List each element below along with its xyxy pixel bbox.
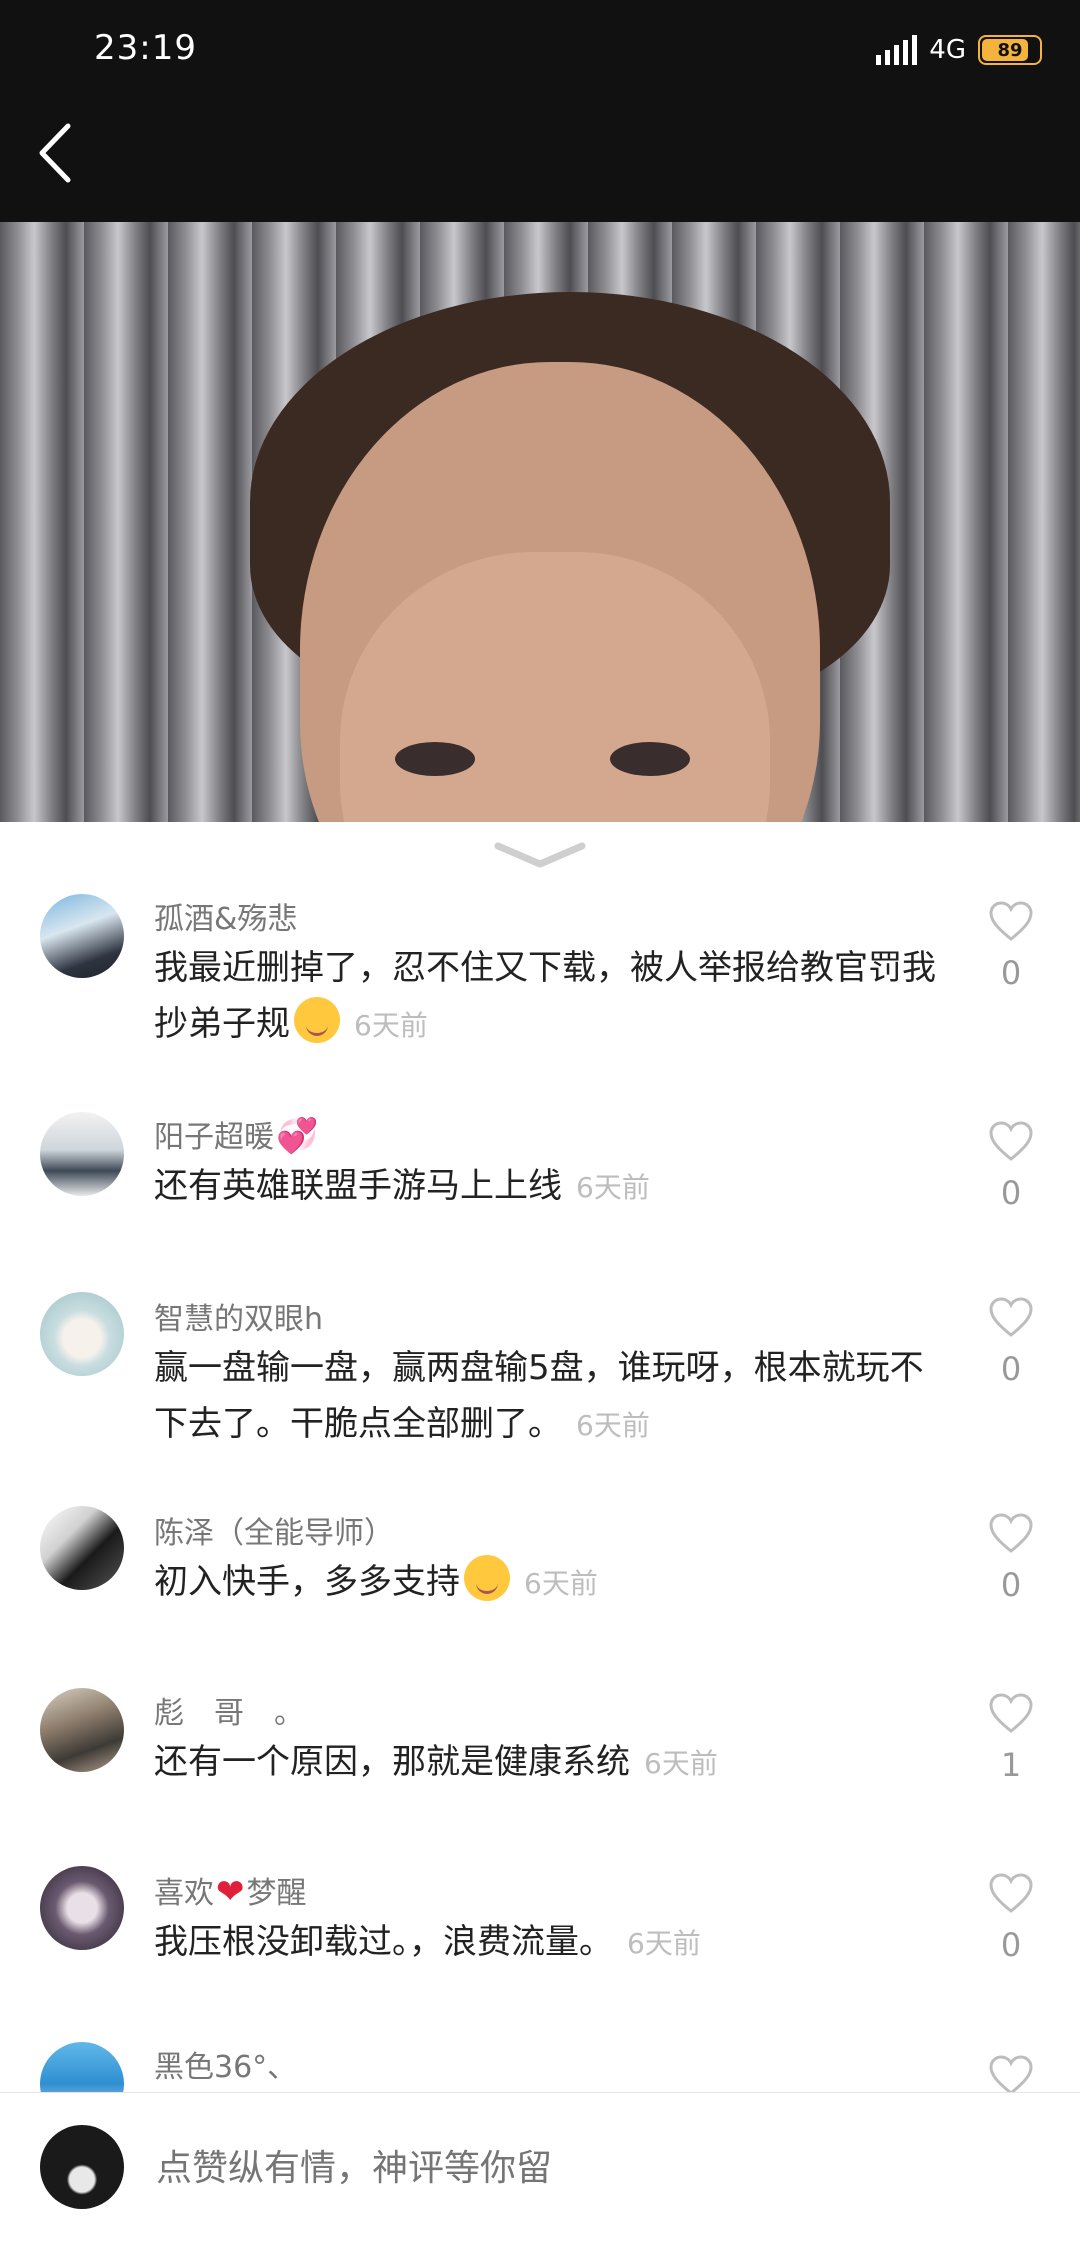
my-avatar[interactable] bbox=[40, 2125, 124, 2209]
comment-text: 还有一个原因，那就是健康系统 6天前 bbox=[154, 1734, 944, 1792]
comment-input[interactable] bbox=[156, 2137, 1016, 2201]
comment-body: 初入快手，多多支持 bbox=[154, 1562, 460, 1602]
smile-emoji-icon bbox=[464, 1555, 510, 1601]
like-button[interactable]: 1 bbox=[986, 1692, 1036, 1784]
avatar[interactable] bbox=[40, 2042, 124, 2092]
username-text: 梦醒 bbox=[246, 1876, 307, 1911]
heart-icon bbox=[989, 901, 1033, 941]
comment-text: 我压根没卸载过。，浪费流量。 6天前 bbox=[154, 1914, 944, 1972]
video-figure-eye bbox=[395, 742, 475, 776]
comment-username[interactable]: 黑色36°、 bbox=[154, 2042, 297, 2086]
heart-icon bbox=[989, 1693, 1033, 1733]
heart-icon bbox=[989, 1513, 1033, 1553]
like-button[interactable]: 0 bbox=[986, 1296, 1036, 1388]
video-figure-eye bbox=[610, 742, 690, 776]
signal-icon bbox=[876, 35, 918, 65]
comment-body: 赢一盘输一盘，赢两盘输5盘，谁玩呀，根本就玩不下去了。干脆点全部删了。 bbox=[154, 1348, 924, 1444]
comment-time: 6天前 bbox=[576, 1171, 650, 1204]
hearts-emoji-icon: 💞 bbox=[276, 1116, 319, 1156]
avatar[interactable] bbox=[40, 1112, 124, 1196]
avatar[interactable] bbox=[40, 1688, 124, 1772]
comment-body: 还有一个原因，那就是健康系统 bbox=[154, 1742, 630, 1782]
like-count: 0 bbox=[1000, 1566, 1022, 1604]
battery-icon: 89 bbox=[978, 35, 1042, 65]
avatar[interactable] bbox=[40, 1292, 124, 1376]
like-count: 0 bbox=[1000, 1926, 1022, 1964]
username-text: 喜欢 bbox=[154, 1876, 214, 1911]
heart-icon bbox=[989, 2055, 1033, 2092]
like-button[interactable]: 0 bbox=[986, 1872, 1036, 1964]
comment-body: 我最近删掉了，忍不住又下载，被人举报给教官罚我抄弟子规 bbox=[154, 948, 936, 1044]
chevron-down-icon bbox=[494, 842, 586, 868]
avatar[interactable] bbox=[40, 1866, 124, 1950]
battery-level: 89 bbox=[997, 39, 1023, 61]
heart-emoji-icon: ❤ bbox=[216, 1872, 245, 1912]
heart-icon bbox=[989, 1873, 1033, 1913]
comment-time: 6天前 bbox=[576, 1409, 650, 1442]
comment-time: 6天前 bbox=[354, 1009, 428, 1042]
like-count: 0 bbox=[1000, 1174, 1022, 1212]
network-type: 4G bbox=[929, 35, 966, 65]
comment-username[interactable]: 阳子超暖💞 bbox=[154, 1112, 320, 1156]
like-count: 0 bbox=[1000, 954, 1022, 992]
comment-text: 赢一盘输一盘，赢两盘输5盘，谁玩呀，根本就玩不下去了。干脆点全部删了。 6天前 bbox=[154, 1340, 944, 1454]
comment-username[interactable]: 智慧的双眼h bbox=[154, 1294, 323, 1338]
comment-username[interactable]: 陈泽（全能导师） bbox=[154, 1508, 394, 1552]
comment-time: 6天前 bbox=[524, 1567, 598, 1600]
avatar[interactable] bbox=[40, 894, 124, 978]
comment-username[interactable]: 彪 哥 。 bbox=[154, 1688, 304, 1732]
status-indicators: 4G 89 bbox=[876, 30, 1042, 70]
like-button[interactable] bbox=[986, 2054, 1036, 2092]
like-button[interactable]: 0 bbox=[986, 900, 1036, 992]
comment-body: 我压根没卸载过。，浪费流量。 bbox=[154, 1922, 613, 1962]
comment-username[interactable]: 孤酒&殇悲 bbox=[154, 894, 297, 938]
avatar[interactable] bbox=[40, 1506, 124, 1590]
heart-icon bbox=[989, 1121, 1033, 1161]
comment-text: 我最近删掉了，忍不住又下载，被人举报给教官罚我抄弟子规 6天前 bbox=[154, 940, 944, 1054]
chevron-left-icon bbox=[39, 123, 71, 183]
comment-text: 初入快手，多多支持 6天前 bbox=[154, 1554, 944, 1612]
collapse-comments-button[interactable] bbox=[494, 840, 586, 870]
like-button[interactable]: 0 bbox=[986, 1512, 1036, 1604]
comment-body: 还有英雄联盟手游马上上线 bbox=[154, 1166, 562, 1206]
username-text: 阳子超暖 bbox=[154, 1120, 274, 1155]
heart-icon bbox=[989, 1297, 1033, 1337]
back-button[interactable] bbox=[30, 118, 80, 188]
comment-item: 黑色36°、 bbox=[0, 2042, 1080, 2092]
like-count: 1 bbox=[1000, 1746, 1022, 1784]
like-count: 0 bbox=[1000, 1350, 1022, 1388]
top-bar: 23:19 4G 89 bbox=[0, 0, 1080, 222]
like-button[interactable]: 0 bbox=[986, 1120, 1036, 1212]
comment-username[interactable]: 喜欢❤梦醒 bbox=[154, 1868, 307, 1912]
comment-input-bar bbox=[0, 2092, 1080, 2245]
comment-time: 6天前 bbox=[627, 1927, 701, 1960]
video-preview[interactable] bbox=[0, 222, 1080, 822]
status-time: 23:19 bbox=[94, 28, 197, 68]
comment-text: 还有英雄联盟手游马上上线 6天前 bbox=[154, 1158, 944, 1216]
comment-time: 6天前 bbox=[644, 1747, 718, 1780]
laughing-emoji-icon bbox=[294, 997, 340, 1043]
